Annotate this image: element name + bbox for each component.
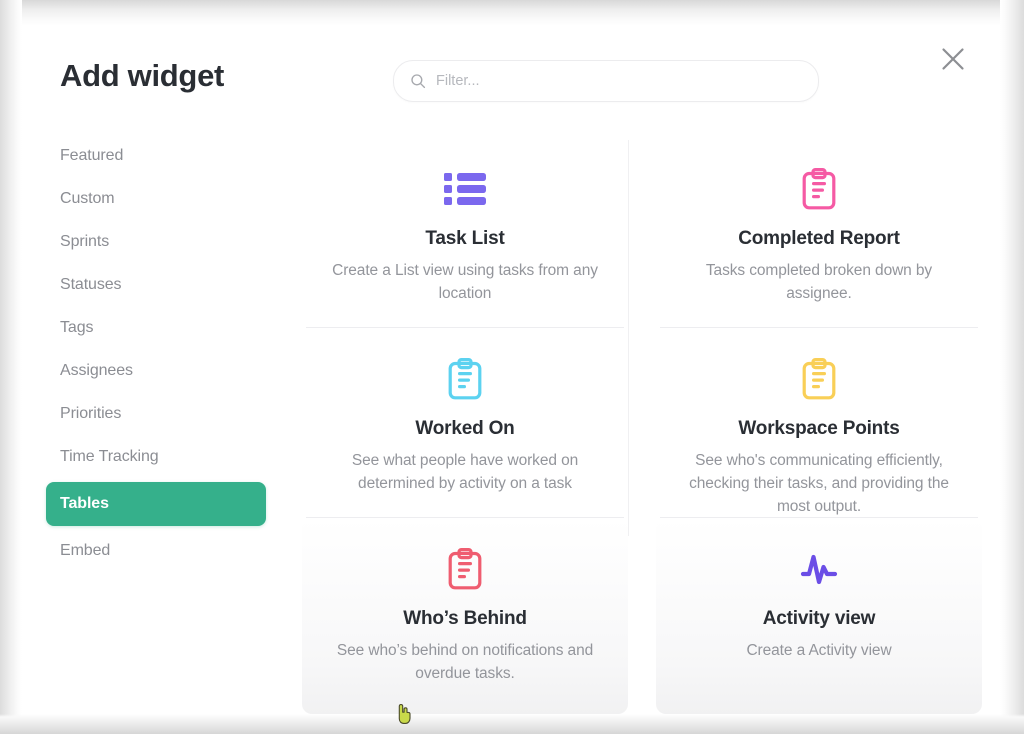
sidebar-item-sprints[interactable]: Sprints [46, 224, 266, 260]
widget-grid: Task List Create a List view using tasks… [302, 138, 982, 714]
widget-title: Completed Report [738, 228, 900, 249]
sidebar-item-label: Tags [60, 319, 94, 336]
widget-description: See who's communicating efficiently, che… [689, 452, 949, 515]
widget-title: Worked On [415, 418, 515, 439]
widget-card-whos-behind[interactable]: Who’s Behind See who’s behind on notific… [302, 518, 628, 714]
widget-title: Workspace Points [738, 418, 900, 439]
widget-icon-wrap [678, 166, 960, 212]
widget-description: Create a List view using tasks from any … [332, 262, 598, 302]
sidebar-item-label: Sprints [60, 233, 110, 250]
window-edge-top [0, 0, 1024, 26]
widget-card-worked-on[interactable]: Worked On See what people have worked on… [302, 328, 628, 518]
list-icon [444, 173, 486, 205]
sidebar-item-assignees[interactable]: Assignees [46, 353, 266, 389]
sidebar-item-label: Custom [60, 190, 115, 207]
widget-title: Activity view [762, 608, 876, 629]
widget-title: Who’s Behind [403, 608, 527, 629]
sidebar-item-tags[interactable]: Tags [46, 310, 266, 346]
widget-description: Tasks completed broken down by assignee. [705, 262, 933, 302]
search-input[interactable] [436, 73, 766, 89]
sidebar-item-time-tracking[interactable]: Time Tracking [46, 439, 266, 475]
sidebar-item-label: Featured [60, 147, 124, 164]
clipboard-icon [802, 358, 836, 400]
clipboard-icon [802, 168, 836, 210]
sidebar-item-priorities[interactable]: Priorities [46, 396, 266, 432]
sidebar-item-featured[interactable]: Featured [46, 138, 266, 174]
close-button[interactable] [936, 42, 970, 76]
pulse-icon [800, 554, 838, 585]
window-edge-right [1000, 0, 1024, 734]
widget-description: Create a Activity view [746, 642, 892, 659]
widget-icon-wrap [324, 166, 606, 212]
close-icon [942, 48, 964, 70]
widget-icon-wrap [324, 546, 606, 592]
sidebar-item-label: Priorities [60, 405, 122, 422]
widget-icon-wrap [678, 546, 960, 592]
widget-card-completed-report[interactable]: Completed Report Tasks completed broken … [656, 138, 982, 328]
widget-icon-wrap [678, 356, 960, 402]
window-edge-bottom [0, 714, 1024, 734]
widget-card-workspace-points[interactable]: Workspace Points See who's communicating… [656, 328, 982, 518]
filter-search-box[interactable] [393, 60, 819, 102]
sidebar-item-label: Embed [60, 542, 111, 559]
window-edge-left [0, 0, 22, 734]
sidebar-item-tables[interactable]: Tables [46, 482, 266, 526]
sidebar-item-label: Statuses [60, 276, 122, 293]
sidebar-item-label: Tables [60, 495, 109, 512]
sidebar-item-label: Assignees [60, 362, 133, 379]
sidebar-item-label: Time Tracking [60, 448, 159, 465]
clipboard-icon [448, 548, 482, 590]
widget-icon-wrap [324, 356, 606, 402]
search-icon [411, 74, 426, 89]
widget-card-task-list[interactable]: Task List Create a List view using tasks… [302, 138, 628, 328]
widget-title: Task List [425, 228, 505, 249]
sidebar-item-statuses[interactable]: Statuses [46, 267, 266, 303]
page-title: Add widget [60, 58, 225, 93]
category-sidebar: Featured Custom Sprints Statuses Tags As… [46, 138, 266, 576]
add-widget-modal: Add widget Featured Custom Sprints Statu… [0, 0, 1024, 734]
sidebar-item-embed[interactable]: Embed [46, 533, 266, 569]
sidebar-item-custom[interactable]: Custom [46, 181, 266, 217]
widget-description: See what people have worked on determine… [351, 452, 579, 492]
clipboard-icon [448, 358, 482, 400]
widget-description: See who’s behind on notifications and ov… [336, 642, 594, 682]
widget-card-activity-view[interactable]: Activity view Create a Activity view [656, 518, 982, 714]
